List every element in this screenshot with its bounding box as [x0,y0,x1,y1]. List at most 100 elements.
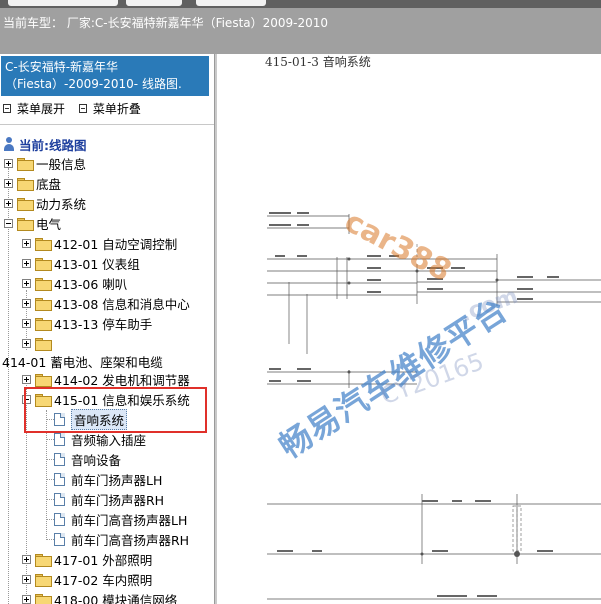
tree-item-electrical[interactable]: 电气 [4,213,61,233]
tree-item-label: 413-13 停车助手 [54,316,153,332]
expand-icon[interactable] [4,198,13,208]
folder-icon [35,317,52,331]
wire-label-mark [367,291,381,293]
wire-label-mark [312,550,322,552]
tree-item-label: 动力系统 [36,196,87,212]
document-icon [54,512,65,526]
tree-item-413-01[interactable]: 413-01 仪表组 [22,253,140,273]
expand-icon[interactable] [4,178,13,188]
expand-icon[interactable] [22,318,31,328]
folder-icon [35,337,52,351]
wire-label-mark [477,595,497,597]
tree-item-label: 前车门扬声器LH [71,472,163,488]
menu-icon [78,104,87,113]
model-title-line2: （Fiesta）-2009-2010- 线路图. [5,77,182,91]
tree-connector [8,168,9,604]
expand-icon[interactable] [22,258,31,268]
tree-item-unlabeled[interactable] [22,333,54,353]
document-icon [54,472,65,486]
folder-icon [35,277,52,291]
tree-doc-audio-unit[interactable]: 音响设备 [54,449,121,469]
toolbar-tab-3[interactable] [196,0,266,6]
folder-icon [35,593,52,604]
tree-item-414-02[interactable]: 414-02 发电机和调节器 [22,369,190,389]
tree-item-general[interactable]: 一般信息 [4,153,86,173]
folder-icon [35,373,52,387]
wire-label-mark [269,224,291,226]
wire-label-mark [297,380,311,382]
tree-item-label: 414-02 发电机和调节器 [54,372,190,388]
current-model-label: 当前车型： 厂家:C-长安福特新嘉年华（Fiesta）2009-2010 [3,16,329,30]
collapse-icon[interactable] [4,218,13,228]
wire-label-mark [452,500,462,502]
wire-label-mark [297,368,311,370]
folder-icon [17,217,34,231]
tree-doc-front-speaker-rh[interactable]: 前车门扬声器RH [54,489,164,509]
current-location-label: 当前:线路图 [19,137,87,153]
expand-icon[interactable] [22,554,31,564]
tree-item-label: 412-01 自动空调控制 [54,236,178,252]
wire-label-mark [297,255,307,257]
menu-collapse-button[interactable]: 菜单折叠 [78,100,141,117]
expand-icon[interactable] [22,574,31,584]
splice-node [347,281,351,285]
folder-icon [35,237,52,251]
tree-item-417-02[interactable]: 417-02 车内照明 [22,569,152,589]
wire-label-mark [367,279,381,281]
tree-item-label: 413-08 信息和消息中心 [54,296,190,312]
wire-label-mark [277,550,293,552]
folder-icon [35,553,52,567]
expand-icon[interactable] [22,338,31,348]
toolbar-tab-2[interactable] [126,0,182,6]
splice-node [347,370,351,374]
top-header: 当前车型： 厂家:C-长安福特新嘉年华（Fiesta）2009-2010 [0,0,601,54]
expand-icon[interactable] [22,278,31,288]
folder-icon [17,197,34,211]
tree-item-418-00[interactable]: 418-00 模块通信网络 [22,589,177,604]
wire-label-mark [269,380,281,382]
current-location: 当前:线路图 [3,134,87,154]
menu-icon [3,104,11,113]
toolbar-tab-1[interactable] [8,0,118,6]
splice-node [495,278,499,282]
wire-label-mark [537,550,553,552]
document-icon [54,492,65,506]
tree-item-417-01[interactable]: 417-01 外部照明 [22,549,152,569]
document-icon [54,532,65,546]
wire-label-mark [437,595,467,597]
wire-label-mark [517,288,533,290]
ground-node [514,551,520,557]
expand-icon[interactable] [22,594,31,604]
expand-icon[interactable] [22,298,31,308]
wire-label-mark [269,368,281,370]
tree-item-414-01[interactable]: 414-01 蓄电池、座架和电缆 [2,351,163,371]
document-icon [54,432,65,446]
wire-label-mark [367,267,381,269]
tree-item-413-13[interactable]: 413-13 停车助手 [22,313,152,333]
wire-label-mark [451,267,465,269]
expand-icon[interactable] [22,238,31,248]
model-title-box: C-长安福特-新嘉年华 （Fiesta）-2009-2010- 线路图. [1,56,209,96]
tree-item-label: 418-00 模块通信网络 [54,592,178,604]
tree-item-powertrain[interactable]: 动力系统 [4,193,86,213]
tree-item-chassis[interactable]: 底盘 [4,173,61,193]
folder-icon [35,573,52,587]
wire-label-mark [275,255,285,257]
tree-doc-front-speaker-lh[interactable]: 前车门扬声器LH [54,469,162,489]
wire-label-mark [432,550,448,552]
wire-label-mark [297,212,309,214]
tree-item-label: 一般信息 [36,156,87,172]
tree-item-label: 417-01 外部照明 [54,552,153,568]
tree-item-412-01[interactable]: 412-01 自动空调控制 [22,233,177,253]
tree-doc-tweeter-lh[interactable]: 前车门高音扬声器LH [54,509,187,529]
tree-doc-tweeter-rh[interactable]: 前车门高音扬声器RH [54,529,189,549]
wire-label-mark [422,500,438,502]
tree-item-label: 413-01 仪表组 [54,256,140,272]
menu-expand-button[interactable]: 菜单展开 [3,100,65,117]
expand-icon[interactable] [22,374,31,384]
tree-item-label: 413-06 喇叭 [54,276,128,292]
tree-item-413-06[interactable]: 413-06 喇叭 [22,273,127,293]
tree-item-413-08[interactable]: 413-08 信息和消息中心 [22,293,190,313]
expand-icon[interactable] [4,158,13,168]
model-title-line1: C-长安福特-新嘉年华 [5,60,119,74]
